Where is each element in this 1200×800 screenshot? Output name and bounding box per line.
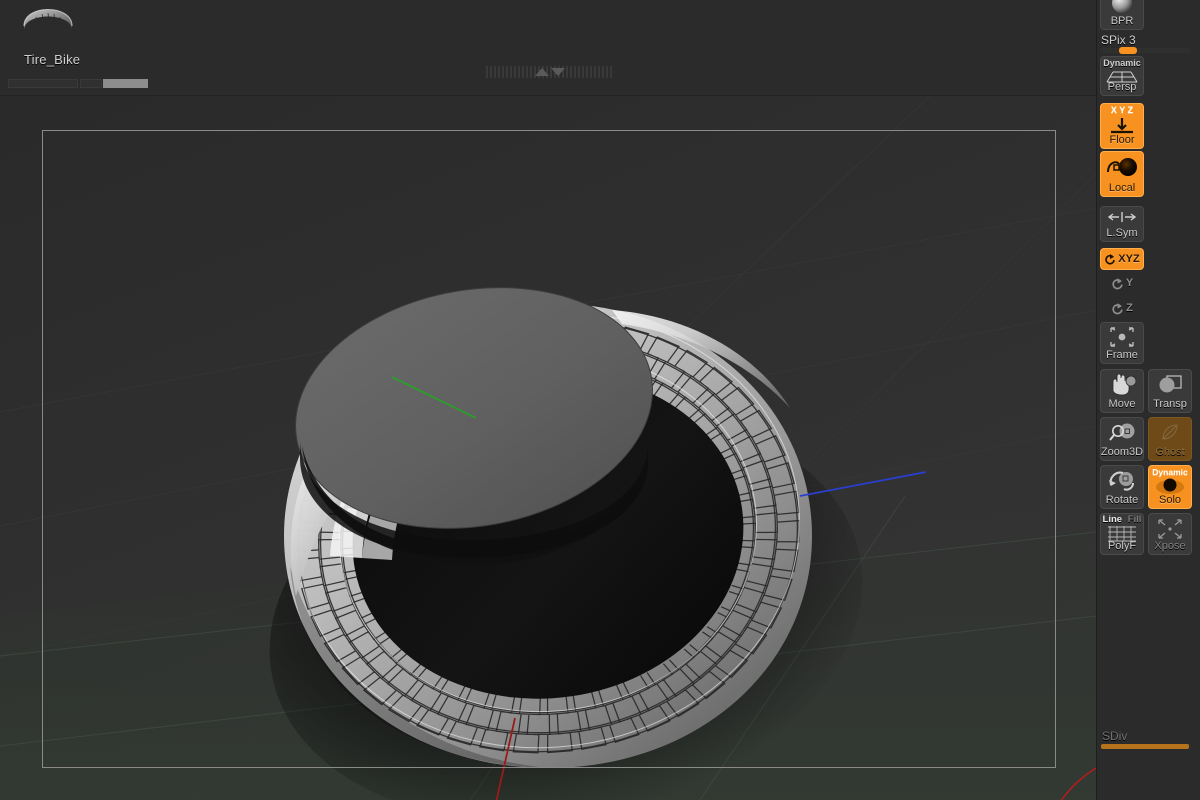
rot-xyz-label: XYZ (1118, 252, 1140, 265)
slider-handle[interactable] (103, 79, 148, 88)
right-shelf: BPR SPix 3 Dynamic Persp X Y Z Floor Loc… (1096, 0, 1200, 800)
solo-button[interactable]: Dynamic Solo (1148, 465, 1192, 509)
lsym-label: L.Sym (1106, 227, 1138, 239)
arrow-down-icon (551, 67, 565, 76)
frame-button[interactable]: Frame (1100, 322, 1144, 364)
spix-slider[interactable] (1101, 47, 1191, 54)
tire-thumbnail-icon[interactable] (22, 0, 74, 32)
polyframe-grid-icon (1108, 526, 1136, 542)
spix-label: SPix 3 (1101, 33, 1136, 47)
slider-segment-b[interactable] (80, 79, 102, 88)
perspective-button[interactable]: Dynamic Persp (1100, 56, 1144, 96)
rot-y-label: Y (1125, 277, 1134, 289)
floor-button[interactable]: X Y Z Floor (1100, 103, 1144, 149)
local-button[interactable]: Local (1100, 151, 1144, 197)
transparency-icon (1159, 375, 1182, 393)
sdiv-label: SDiv (1102, 729, 1128, 743)
rotate-xyz-icon (1105, 254, 1116, 265)
xpose-button[interactable]: Xpose (1148, 513, 1192, 555)
sdiv-slider-fill (1101, 744, 1189, 749)
xpose-explode-icon (1158, 519, 1182, 539)
local-label: Local (1108, 182, 1136, 194)
rotate-z-button[interactable]: Z (1100, 297, 1144, 319)
zbrush-window: Tire_Bike BPR SPix 3 Dynamic Persp X Y Z… (0, 0, 1200, 800)
move-button[interactable]: Move (1100, 369, 1144, 413)
frame-label: Frame (1106, 349, 1138, 361)
ghost-button[interactable]: Ghost (1148, 417, 1192, 461)
sdiv-slider[interactable] (1101, 744, 1191, 749)
floor-axes-label: X Y Z (1110, 105, 1134, 115)
floor-label: Floor (1109, 134, 1135, 146)
solo-sphere-icon (1156, 478, 1184, 494)
xpose-label: Xpose (1154, 540, 1186, 552)
3d-viewport[interactable] (0, 96, 1096, 800)
slider-segment-a[interactable] (8, 79, 78, 88)
rotate-object-icon (1109, 471, 1134, 491)
document-zoom-slider[interactable] (8, 79, 158, 88)
rotate-y-icon (1112, 277, 1123, 289)
magnifier-zoom3d-icon (1109, 423, 1135, 441)
rotate-z-icon (1112, 302, 1123, 314)
rotate-label: Rotate (1105, 494, 1139, 506)
local-symmetry-button[interactable]: L.Sym (1100, 206, 1144, 242)
rot-z-label: Z (1126, 302, 1133, 314)
local-symmetry-icon (1107, 212, 1137, 222)
rotate-y-button[interactable]: Y (1100, 272, 1144, 294)
persp-top-label: Dynamic (1103, 58, 1141, 68)
solo-label: Solo (1158, 494, 1182, 506)
polyframe-button[interactable]: Line Fill PolyF (1100, 513, 1144, 555)
spix-slider-knob[interactable] (1119, 47, 1137, 54)
zoom3d-button[interactable]: Zoom3D (1100, 417, 1144, 461)
arrow-up-icon (535, 67, 549, 76)
hand-move-icon (1112, 373, 1137, 396)
polyf-line-label: Line (1102, 514, 1123, 525)
rotate-xyz-button[interactable]: XYZ (1100, 248, 1144, 270)
sphere-render-icon (1112, 0, 1132, 13)
perspective-grid-icon (1106, 71, 1138, 83)
rotate-button[interactable]: Rotate (1100, 465, 1144, 509)
floor-plane-icon (1111, 118, 1133, 134)
bpr-render-button[interactable]: BPR (1100, 0, 1144, 30)
move-label: Move (1108, 398, 1136, 410)
transp-label: Transp (1153, 398, 1187, 410)
zoom3d-label: Zoom3D (1100, 446, 1144, 458)
document-title: Tire_Bike (24, 52, 81, 67)
ghost-leaf-icon (1162, 424, 1178, 440)
local-pivot-icon (1107, 158, 1137, 176)
bpr-label: BPR (1110, 15, 1134, 27)
top-bar: Tire_Bike (0, 0, 1096, 96)
polyf-fill-label: Fill (1127, 514, 1142, 525)
tray-collapse-arrows-icon[interactable] (534, 64, 566, 79)
polyf-label: PolyF (1107, 540, 1137, 552)
frame-fit-icon (1110, 327, 1134, 347)
ghost-label: Ghost (1155, 446, 1185, 458)
transp-button[interactable]: Transp (1148, 369, 1192, 413)
